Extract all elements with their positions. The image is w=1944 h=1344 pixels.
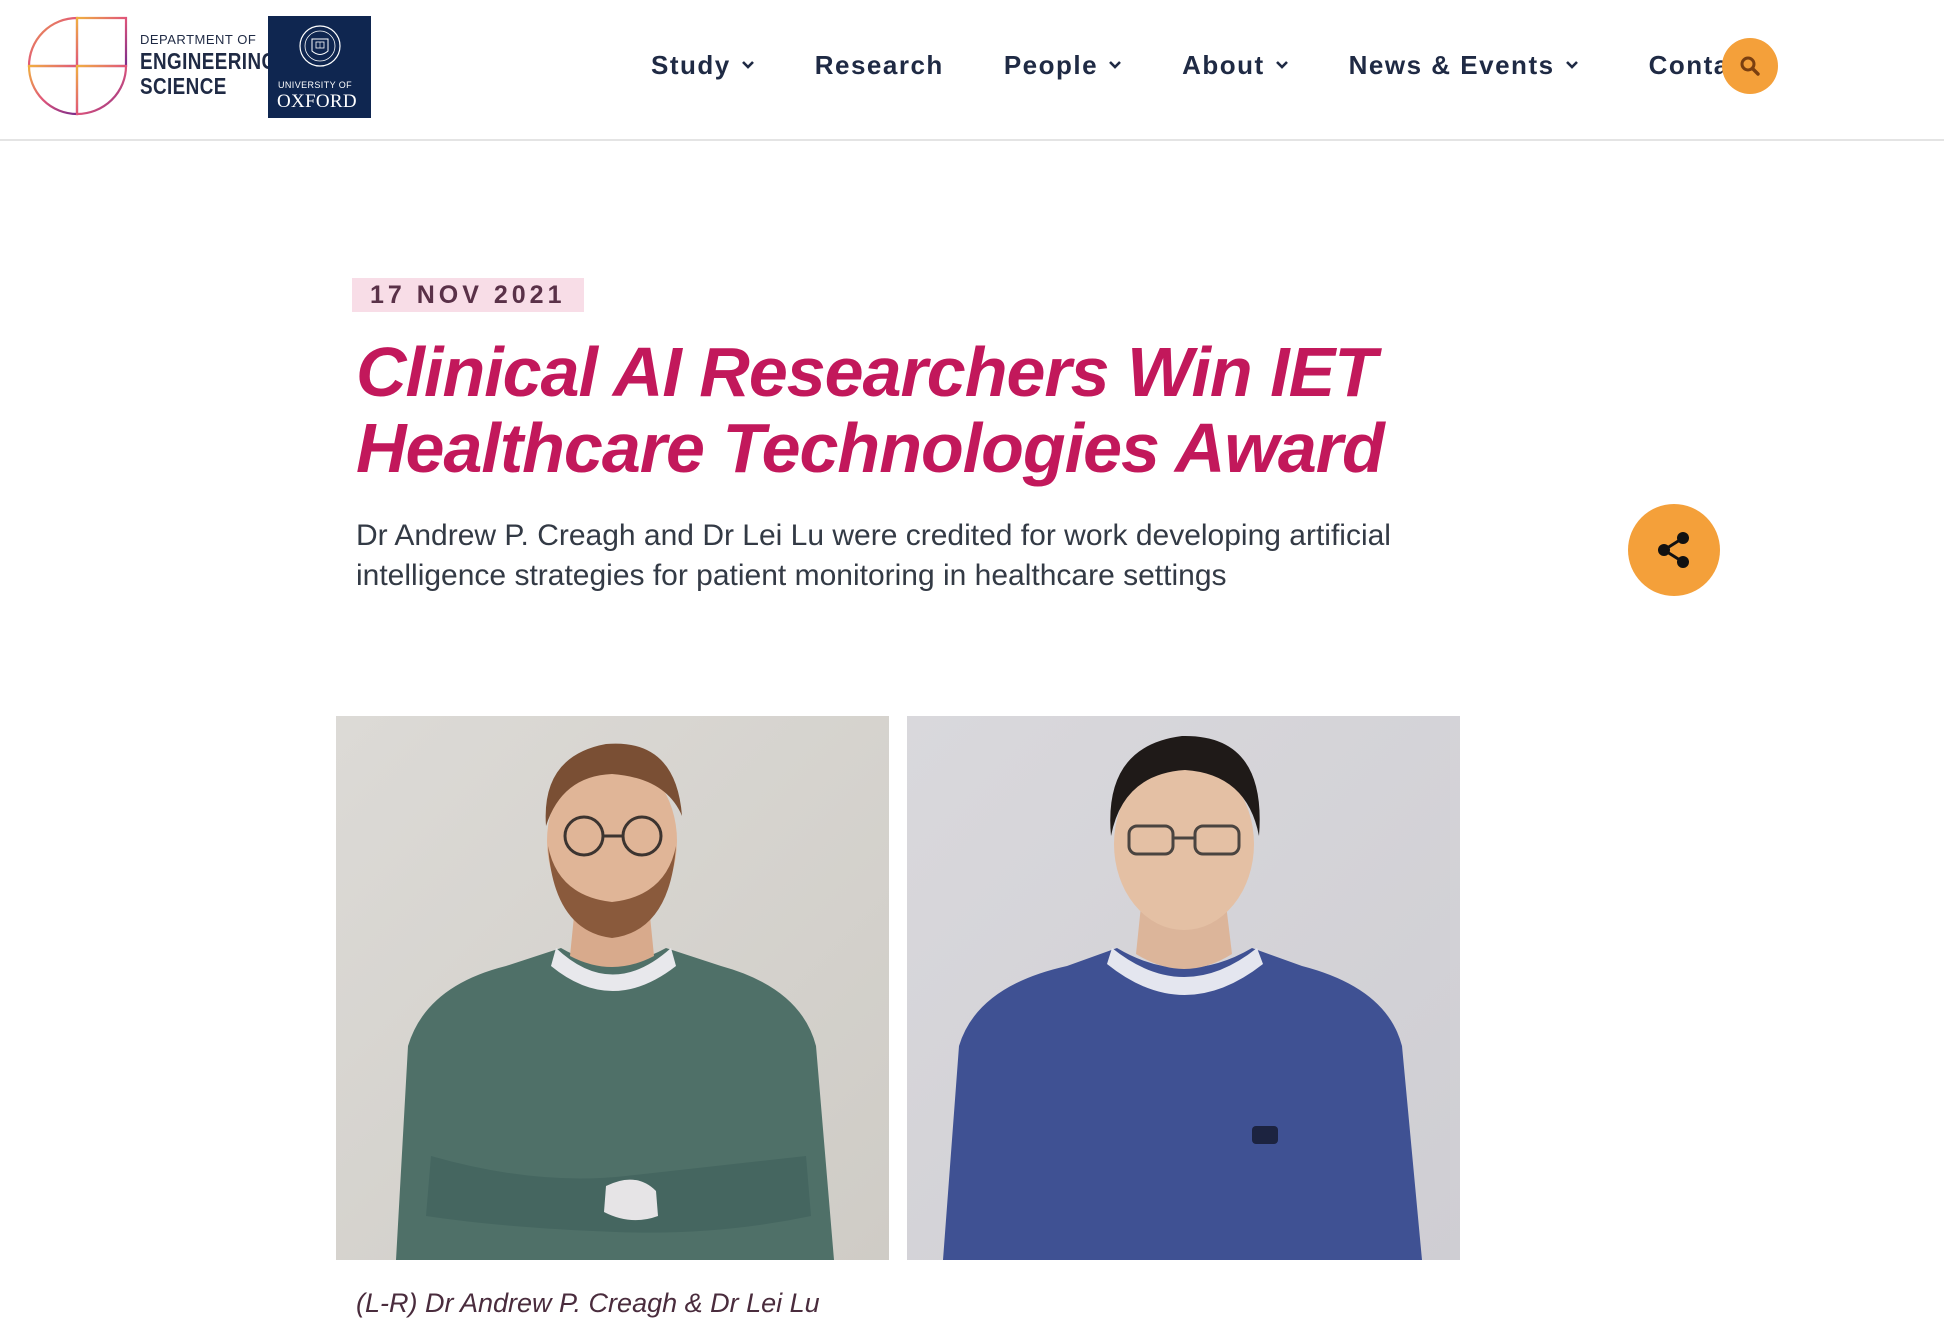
nav-item-news-events[interactable]: News & Events xyxy=(1349,50,1579,81)
nav-item-people[interactable]: People xyxy=(1004,50,1122,81)
main-nav: Study Research People About News & Event… xyxy=(651,44,1756,86)
chevron-down-icon xyxy=(1109,61,1121,69)
chevron-down-icon xyxy=(741,61,754,69)
nav-item-about[interactable]: About xyxy=(1182,50,1289,81)
department-logo-mark xyxy=(27,16,128,116)
portrait-image-left xyxy=(336,716,889,1260)
nav-research-label: Research xyxy=(814,49,944,80)
nav-study-label: Study xyxy=(651,49,731,80)
search-icon xyxy=(1740,56,1760,76)
site-header: DEPARTMENT OF ENGINEERING SCIENCE UNIVER… xyxy=(0,0,1944,141)
photo-caption: (L-R) Dr Andrew P. Creagh & Dr Lei Lu xyxy=(356,1288,820,1318)
article-standfirst: Dr Andrew P. Creagh and Dr Lei Lu were c… xyxy=(356,519,1391,592)
department-line2: ENGINEERING xyxy=(140,47,277,74)
search-button[interactable] xyxy=(1722,38,1778,94)
nav-people-label: People xyxy=(1003,49,1099,80)
department-line3: SCIENCE xyxy=(140,72,227,99)
share-button[interactable] xyxy=(1628,504,1720,596)
nav-item-research[interactable]: Research xyxy=(815,50,944,81)
nav-news-label: News & Events xyxy=(1348,49,1555,80)
article-date-badge: 17 NOV 2021 xyxy=(352,278,584,312)
article-title: Clinical AI Researchers Win IET Healthca… xyxy=(356,333,1385,487)
chevron-down-icon xyxy=(1275,61,1288,69)
nav-item-study[interactable]: Study xyxy=(651,50,755,81)
share-icon xyxy=(1658,532,1689,568)
oxford-line2: OXFORD xyxy=(277,91,357,112)
department-logo[interactable]: DEPARTMENT OF ENGINEERING SCIENCE xyxy=(24,14,307,118)
photo-andrew-creagh xyxy=(336,716,889,1260)
chevron-down-icon xyxy=(1565,61,1578,69)
oxford-crest-icon xyxy=(298,25,341,67)
nav-about-label: About xyxy=(1182,49,1265,80)
photo-lei-lu xyxy=(907,716,1460,1260)
portrait-image-right xyxy=(907,716,1460,1260)
oxford-line1: UNIVERSITY OF xyxy=(278,80,353,90)
oxford-logo[interactable]: UNIVERSITY OF OXFORD xyxy=(268,16,371,118)
